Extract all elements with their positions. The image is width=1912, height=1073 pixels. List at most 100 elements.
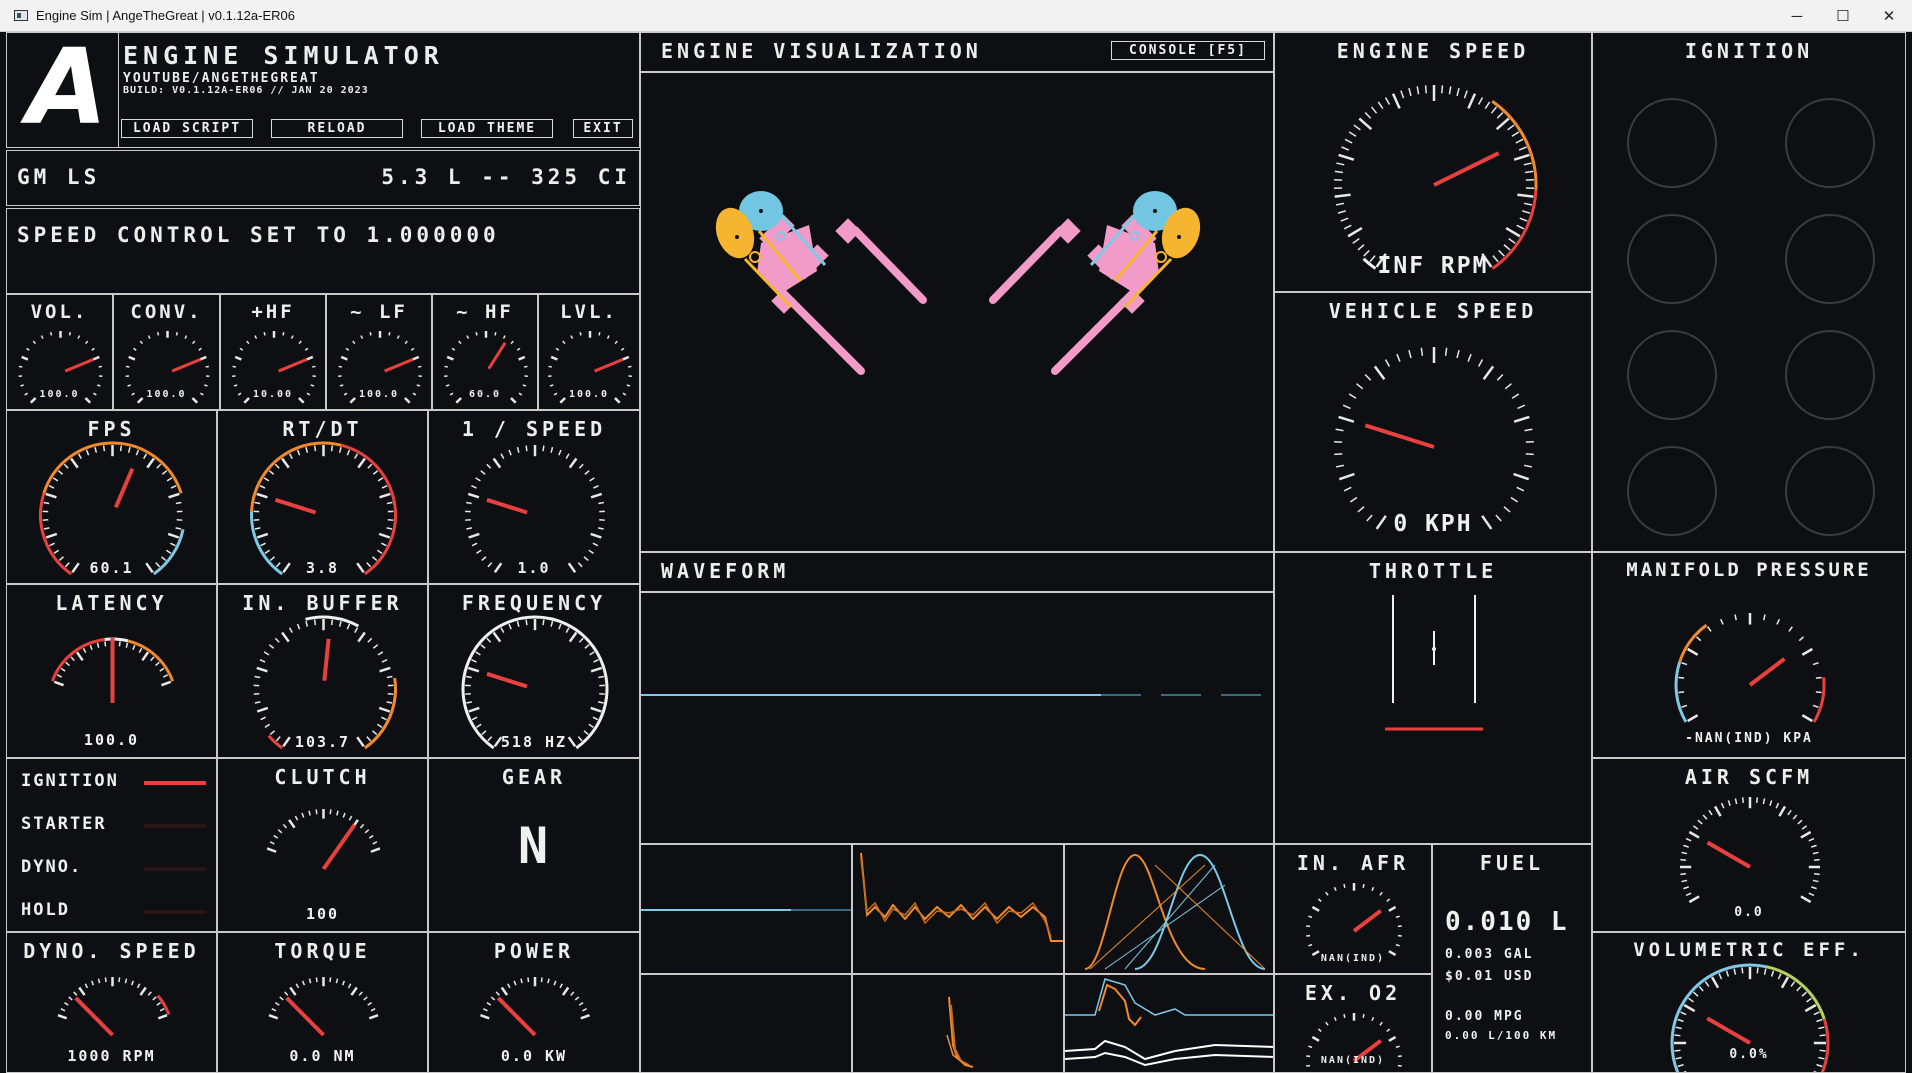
throttle-indicator (1385, 595, 1483, 731)
in-afr-panel: IN. AFR NAN(IND) (1274, 844, 1432, 974)
window-title: Engine Sim | AngeTheGreat | v0.1.12a-ER0… (36, 8, 295, 23)
engine-displacement: 5.3 L -- 325 CI (381, 165, 631, 189)
toggle-label-dyno: DYNO. (21, 857, 83, 877)
engine-visualization-panel: ENGINE VISUALIZATION CONSOLE [F5] (640, 32, 1274, 552)
cylinder-bank-right (989, 191, 1201, 375)
scope-panel-3 (1064, 844, 1274, 974)
perf-gauge-5-value: 518 HZ (500, 733, 568, 751)
audio-gauge-1-value: 100.0 (146, 389, 187, 400)
audio-gauge-0-value: 100.0 (39, 389, 80, 400)
fuel-title: FUEL (1479, 851, 1545, 875)
status-message: SPEED CONTROL SET TO 1.000000 (17, 223, 500, 247)
ignition-cylinder-8 (1785, 446, 1875, 536)
minimize-button[interactable]: ─ (1774, 0, 1820, 32)
in-afr-value: NAN(IND) (1320, 953, 1386, 964)
audio-gauge-5-value: 100.0 (568, 389, 610, 400)
ignition-cylinder-grid (1627, 98, 1875, 536)
perf-gauge-2-value: 1.0 (517, 559, 551, 577)
audio-gauge-2-value: 10.00 (252, 389, 294, 400)
scope-panel-2 (852, 844, 1064, 974)
status-panel: SPEED CONTROL SET TO 1.000000 (6, 208, 640, 294)
manifold-pressure-dial (1674, 613, 1826, 723)
load-script-button[interactable]: LOAD SCRIPT (121, 119, 253, 138)
engine-name: GM LS (17, 165, 101, 189)
perf-gauge-3-value: 100.0 (83, 731, 140, 749)
exit-button[interactable]: EXIT (573, 119, 633, 138)
bottom-gauge-2-value: 0.0 KW (500, 1047, 568, 1065)
throttle-panel: THROTTLE (1274, 552, 1592, 844)
volumetric-eff-value: 0.0% (1729, 1047, 1769, 1062)
toggle-indicator-ignition[interactable] (144, 781, 206, 785)
bottom-gauge-2-panel: POWER 0.0 KW (428, 932, 640, 1073)
close-button[interactable]: ✕ (1866, 0, 1912, 32)
header-panel: A ENGINE SIMULATOR YOUTUBE/ANGETHEGREAT … (6, 32, 640, 148)
bottom-gauge-0-value: 1000 RPM (67, 1047, 156, 1065)
ignition-cylinder-6 (1785, 330, 1875, 420)
ignition-cylinder-2 (1785, 98, 1875, 188)
audio-gauge-1-panel: CONV. 100.0 (113, 294, 220, 410)
ex-o2-value: NAN(IND) (1320, 1055, 1386, 1066)
ignition-cylinder-5 (1627, 330, 1717, 420)
channel-text: YOUTUBE/ANGETHEGREAT (123, 71, 320, 86)
fuel-mpg: 0.00 MPG (1445, 1009, 1524, 1024)
ignition-cylinder-1 (1627, 98, 1717, 188)
fuel-cost: $0.01 USD (1445, 969, 1534, 984)
manifold-pressure-value: -NAN(IND) KPA (1685, 731, 1813, 746)
fuel-liters: 0.010 L (1445, 907, 1569, 937)
perf-gauge-4-value: 103.7 (294, 733, 351, 751)
clutch-gauge-panel: CLUTCH 100 (217, 758, 428, 932)
perf-gauge-4-panel: IN. BUFFER 103.7 (217, 584, 428, 758)
audio-gauge-4-value: 60.0 (468, 389, 502, 400)
app-name: ENGINE SIMULATOR (123, 41, 444, 70)
reload-button[interactable]: RELOAD (271, 119, 403, 138)
logo-box: A (7, 32, 119, 148)
fuel-gallons: 0.003 GAL (1445, 947, 1534, 962)
build-text: BUILD: V0.1.12A-ER06 // JAN 20 2023 (123, 85, 369, 96)
toggle-label-hold: HOLD (21, 900, 70, 920)
bottom-gauge-0-panel: DYNO. SPEED 1000 RPM (6, 932, 217, 1073)
perf-gauge-0-value: 60.1 (89, 559, 134, 577)
gear-title: GEAR (501, 765, 567, 789)
audio-gauge-3-panel: ~ LF 100.0 (326, 294, 432, 410)
waveform-plot (641, 694, 1273, 696)
vehicle-speed-value: 0 KPH (1393, 511, 1473, 537)
toggle-indicator-starter[interactable] (144, 824, 206, 828)
ex-o2-panel: EX. O2 NAN(IND) (1274, 974, 1432, 1073)
engine-speed-panel: ENGINE SPEED INF RPM (1274, 32, 1592, 292)
toggles-panel: IGNITION STARTER DYNO. HOLD (6, 758, 217, 932)
audio-gauge-3-value: 100.0 (358, 389, 400, 400)
toggle-label-ignition: IGNITION (21, 771, 119, 791)
maximize-button[interactable]: ☐ (1820, 0, 1866, 32)
perf-gauge-5-panel: FREQUENCY 518 HZ (428, 584, 640, 758)
vehicle-speed-panel: VEHICLE SPEED 0 KPH (1274, 292, 1592, 552)
simulator-canvas: A ENGINE SIMULATOR YOUTUBE/ANGETHEGREAT … (0, 32, 1912, 1073)
volumetric-eff-panel: VOLUMETRIC EFF. 0.0% (1592, 932, 1906, 1073)
perf-gauge-1-value: 3.8 (305, 559, 340, 577)
fuel-l-per-100km: 0.00 L/100 KM (1445, 1029, 1558, 1042)
perf-gauge-1-panel: RT/DT 3.8 (217, 410, 428, 584)
bottom-gauge-1-value: 0.0 NM (289, 1047, 356, 1065)
perf-gauge-3-panel: LATENCY 100.0 (6, 584, 217, 758)
audio-gauge-0-panel: VOL. 100.0 (6, 294, 113, 410)
gear-panel: GEAR N (428, 758, 640, 932)
air-scfm-panel: AIR SCFM 0.0 (1592, 758, 1906, 932)
bottom-gauge-1-panel: TORQUE 0.0 NM (217, 932, 428, 1073)
ignition-panel: IGNITION (1592, 32, 1906, 552)
waveform-panel: WAVEFORM (640, 552, 1274, 844)
fuel-panel: FUEL 0.010 L 0.003 GAL $0.01 USD 0.00 MP… (1432, 844, 1592, 1073)
load-theme-button[interactable]: LOAD THEME (421, 119, 553, 138)
perf-gauge-0-panel: FPS 60.1 (6, 410, 217, 584)
cylinder-bank-left (715, 191, 927, 375)
scope-panel-1 (640, 844, 852, 974)
scope-panel-5 (852, 974, 1064, 1073)
ignition-cylinder-4 (1785, 214, 1875, 304)
engine-info-panel: GM LS 5.3 L -- 325 CI (6, 150, 640, 206)
scope-panel-4 (640, 974, 852, 1073)
air-scfm-value: 0.0 (1734, 905, 1764, 920)
toggle-indicator-dyno[interactable] (144, 867, 206, 871)
window-titlebar: Engine Sim | AngeTheGreat | v0.1.12a-ER0… (0, 0, 1912, 32)
toggle-indicator-hold[interactable] (144, 910, 206, 914)
app-logo: A (27, 32, 108, 148)
gear-value: N (517, 817, 551, 875)
ignition-cylinder-7 (1627, 446, 1717, 536)
